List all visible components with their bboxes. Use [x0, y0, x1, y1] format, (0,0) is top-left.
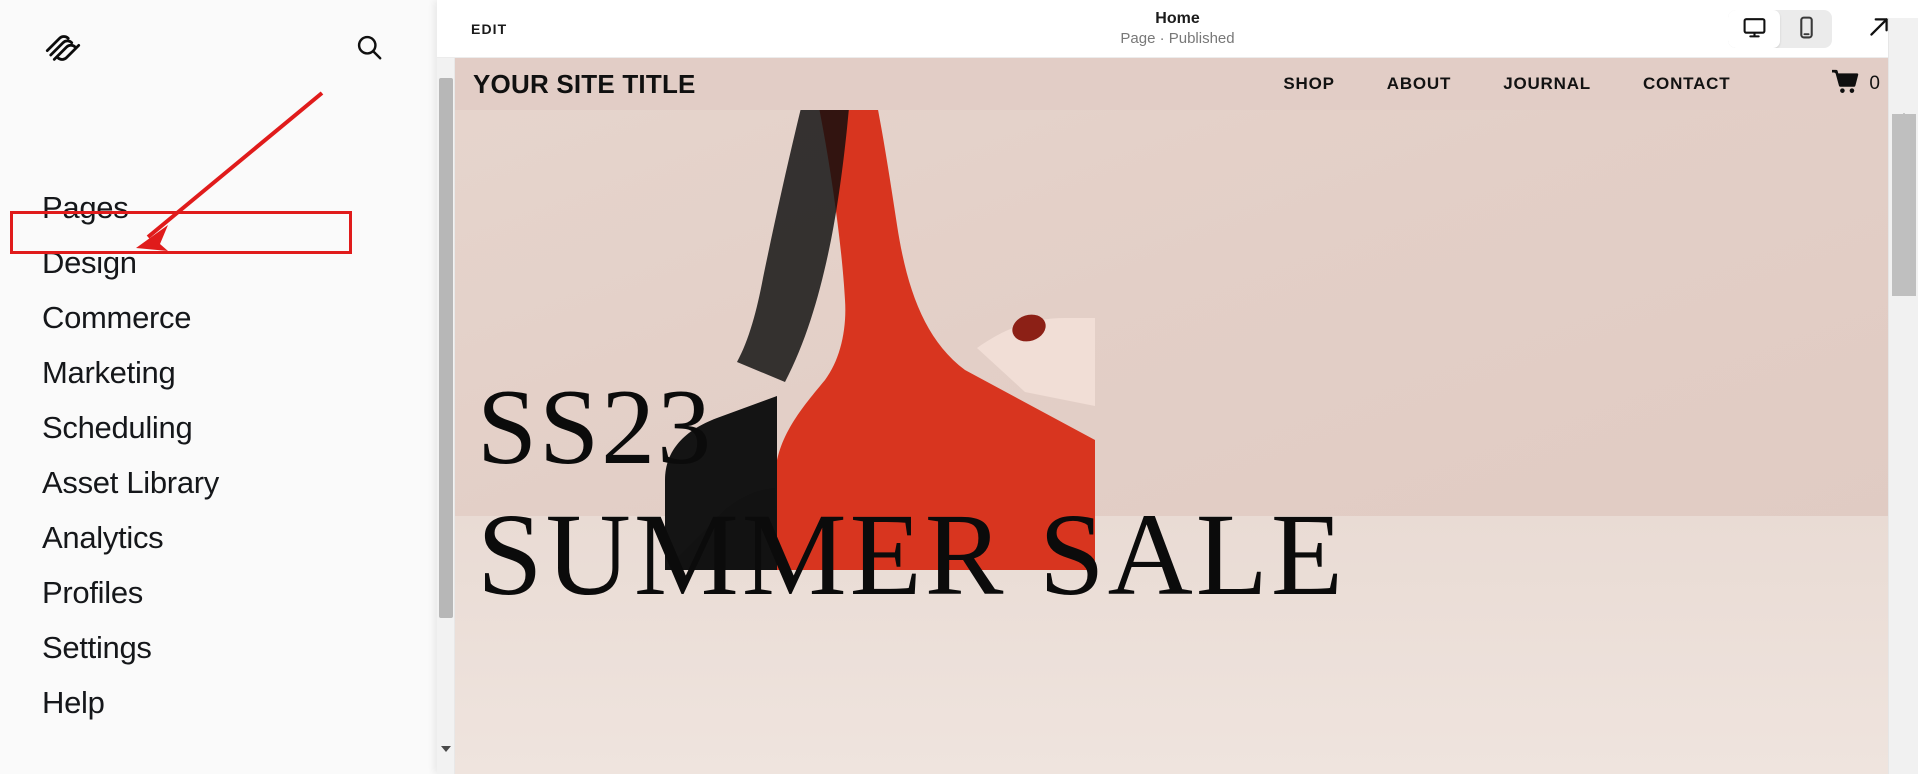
sidebar-item-settings[interactable]: Settings [0, 620, 437, 675]
device-toggle-group [1728, 9, 1832, 48]
squarespace-admin-window: Pages Design Commerce Marketing Scheduli… [0, 0, 1918, 774]
sidebar-item-label: Scheduling [42, 410, 193, 445]
sidebar-item-label: Analytics [42, 520, 164, 555]
sidebar-item-label: Pages [42, 190, 129, 225]
sidebar-item-commerce[interactable]: Commerce [0, 290, 437, 345]
hero-boot-illustration [665, 58, 1095, 570]
cart-button[interactable]: 0 [1830, 69, 1880, 100]
sidebar-item-pages[interactable]: Pages [0, 180, 437, 235]
desktop-monitor-icon [1742, 15, 1767, 43]
sidebar-item-label: Design [42, 245, 137, 280]
mobile-view-button[interactable] [1780, 10, 1832, 48]
search-icon [355, 33, 383, 64]
sidebar-item-label: Help [42, 685, 105, 720]
site-scrollbar[interactable] [437, 58, 455, 774]
sidebar-item-analytics[interactable]: Analytics [0, 510, 437, 565]
preview-canvas: SS23 SUMMER SALE YOUR SITE TITLE SHOP AB… [437, 58, 1918, 774]
page-title: Home [1155, 9, 1200, 27]
window-scrollbar-thumb[interactable] [1892, 114, 1916, 296]
sidebar-item-scheduling[interactable]: Scheduling [0, 400, 437, 455]
sidebar-item-label: Profiles [42, 575, 143, 610]
site-navigation: SHOP ABOUT JOURNAL CONTACT 0 [1283, 69, 1880, 100]
page-status: Page · Published [1120, 29, 1235, 47]
triangle-up-icon[interactable] [1897, 96, 1910, 120]
main-sidebar: Pages Design Commerce Marketing Scheduli… [0, 0, 437, 774]
mobile-phone-icon [1794, 15, 1819, 43]
site-header: YOUR SITE TITLE SHOP ABOUT JOURNAL CONTA… [455, 58, 1918, 110]
sidebar-nav: Pages Design Commerce Marketing Scheduli… [0, 180, 437, 730]
hero-image: SS23 SUMMER SALE [455, 58, 1918, 774]
preview-actions [1728, 9, 1906, 49]
sidebar-item-design[interactable]: Design [0, 235, 437, 290]
nav-link-journal[interactable]: JOURNAL [1503, 74, 1591, 94]
search-button[interactable] [349, 28, 389, 68]
desktop-view-button[interactable] [1728, 9, 1780, 48]
sidebar-item-marketing[interactable]: Marketing [0, 345, 437, 400]
sidebar-item-label: Asset Library [42, 465, 219, 500]
sidebar-item-label: Marketing [42, 355, 176, 390]
edit-button[interactable]: EDIT [465, 15, 513, 43]
preview-toolbar: EDIT Home Page · Published [437, 0, 1918, 58]
sidebar-item-profiles[interactable]: Profiles [0, 565, 437, 620]
triangle-down-icon[interactable] [440, 746, 451, 770]
page-title-block: Home Page · Published [437, 0, 1918, 57]
site-title[interactable]: YOUR SITE TITLE [473, 69, 696, 100]
shopping-cart-icon [1830, 69, 1860, 100]
window-scrollbar[interactable] [1888, 18, 1918, 774]
sidebar-item-asset-library[interactable]: Asset Library [0, 455, 437, 510]
nav-link-contact[interactable]: CONTACT [1643, 74, 1730, 94]
nav-link-about[interactable]: ABOUT [1387, 74, 1451, 94]
rendered-site: SS23 SUMMER SALE YOUR SITE TITLE SHOP AB… [455, 58, 1918, 774]
squarespace-logo[interactable] [42, 27, 84, 69]
cart-count: 0 [1869, 73, 1880, 94]
site-preview-panel: EDIT Home Page · Published SS23 SUMMER S… [437, 0, 1918, 774]
sidebar-item-label: Commerce [42, 300, 192, 335]
sidebar-header [0, 0, 437, 96]
sidebar-item-help[interactable]: Help [0, 675, 437, 730]
sidebar-item-label: Settings [42, 630, 152, 665]
scrollbar-thumb[interactable] [439, 78, 453, 618]
nav-link-shop[interactable]: SHOP [1283, 74, 1334, 94]
